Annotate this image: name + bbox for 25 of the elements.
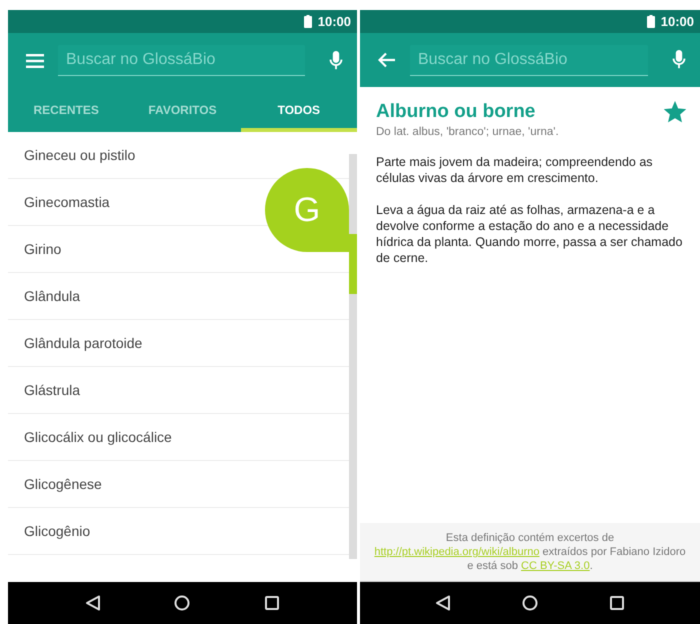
status-time: 10:00 [318, 14, 351, 29]
home-icon[interactable] [174, 595, 190, 611]
etymology-text: Do lat. albus, 'branco'; urnae, 'urna'. [376, 126, 560, 138]
battery-icon [646, 15, 655, 28]
entry-title: Alburno ou borne [376, 101, 536, 123]
letter-tooltip: G [265, 168, 349, 252]
microphone-icon[interactable] [672, 50, 686, 70]
battery-icon [304, 15, 312, 28]
menu-icon[interactable] [26, 52, 44, 68]
home-icon[interactable] [522, 595, 538, 611]
definition-paragraph: Leva a água da raiz até as folhas, armazena-a e a devolve conforme a estação do ano e a necessidade hídrica da planta. Quando morre, passa a ser chamado de cerne. [376, 202, 684, 266]
status-time: 10:00 [660, 14, 694, 29]
scrollbar[interactable] [349, 154, 357, 559]
recents-icon[interactable] [608, 595, 625, 611]
back-icon[interactable] [435, 595, 452, 611]
star-icon[interactable] [664, 101, 686, 123]
definition-paragraph: Parte mais jovem da madeira; compreendendo as células vivas da árvore em crescimento. [376, 154, 654, 186]
back-arrow-icon[interactable] [378, 52, 396, 68]
back-icon[interactable] [84, 595, 101, 611]
tab[interactable]: TODOS [240, 88, 357, 132]
search-field[interactable]: Buscar no GlossáBio [58, 45, 305, 76]
search-field[interactable]: Buscar no GlossáBio [410, 44, 648, 76]
microphone-icon[interactable] [329, 50, 343, 70]
attribution-text: Esta definição contém excertos de http://pt.wikipedia.org/wiki/alburno extraídos por Fabiano Izidoro e está sob CC BY-SA 3.0. [373, 531, 687, 573]
recents-icon[interactable] [264, 595, 280, 611]
